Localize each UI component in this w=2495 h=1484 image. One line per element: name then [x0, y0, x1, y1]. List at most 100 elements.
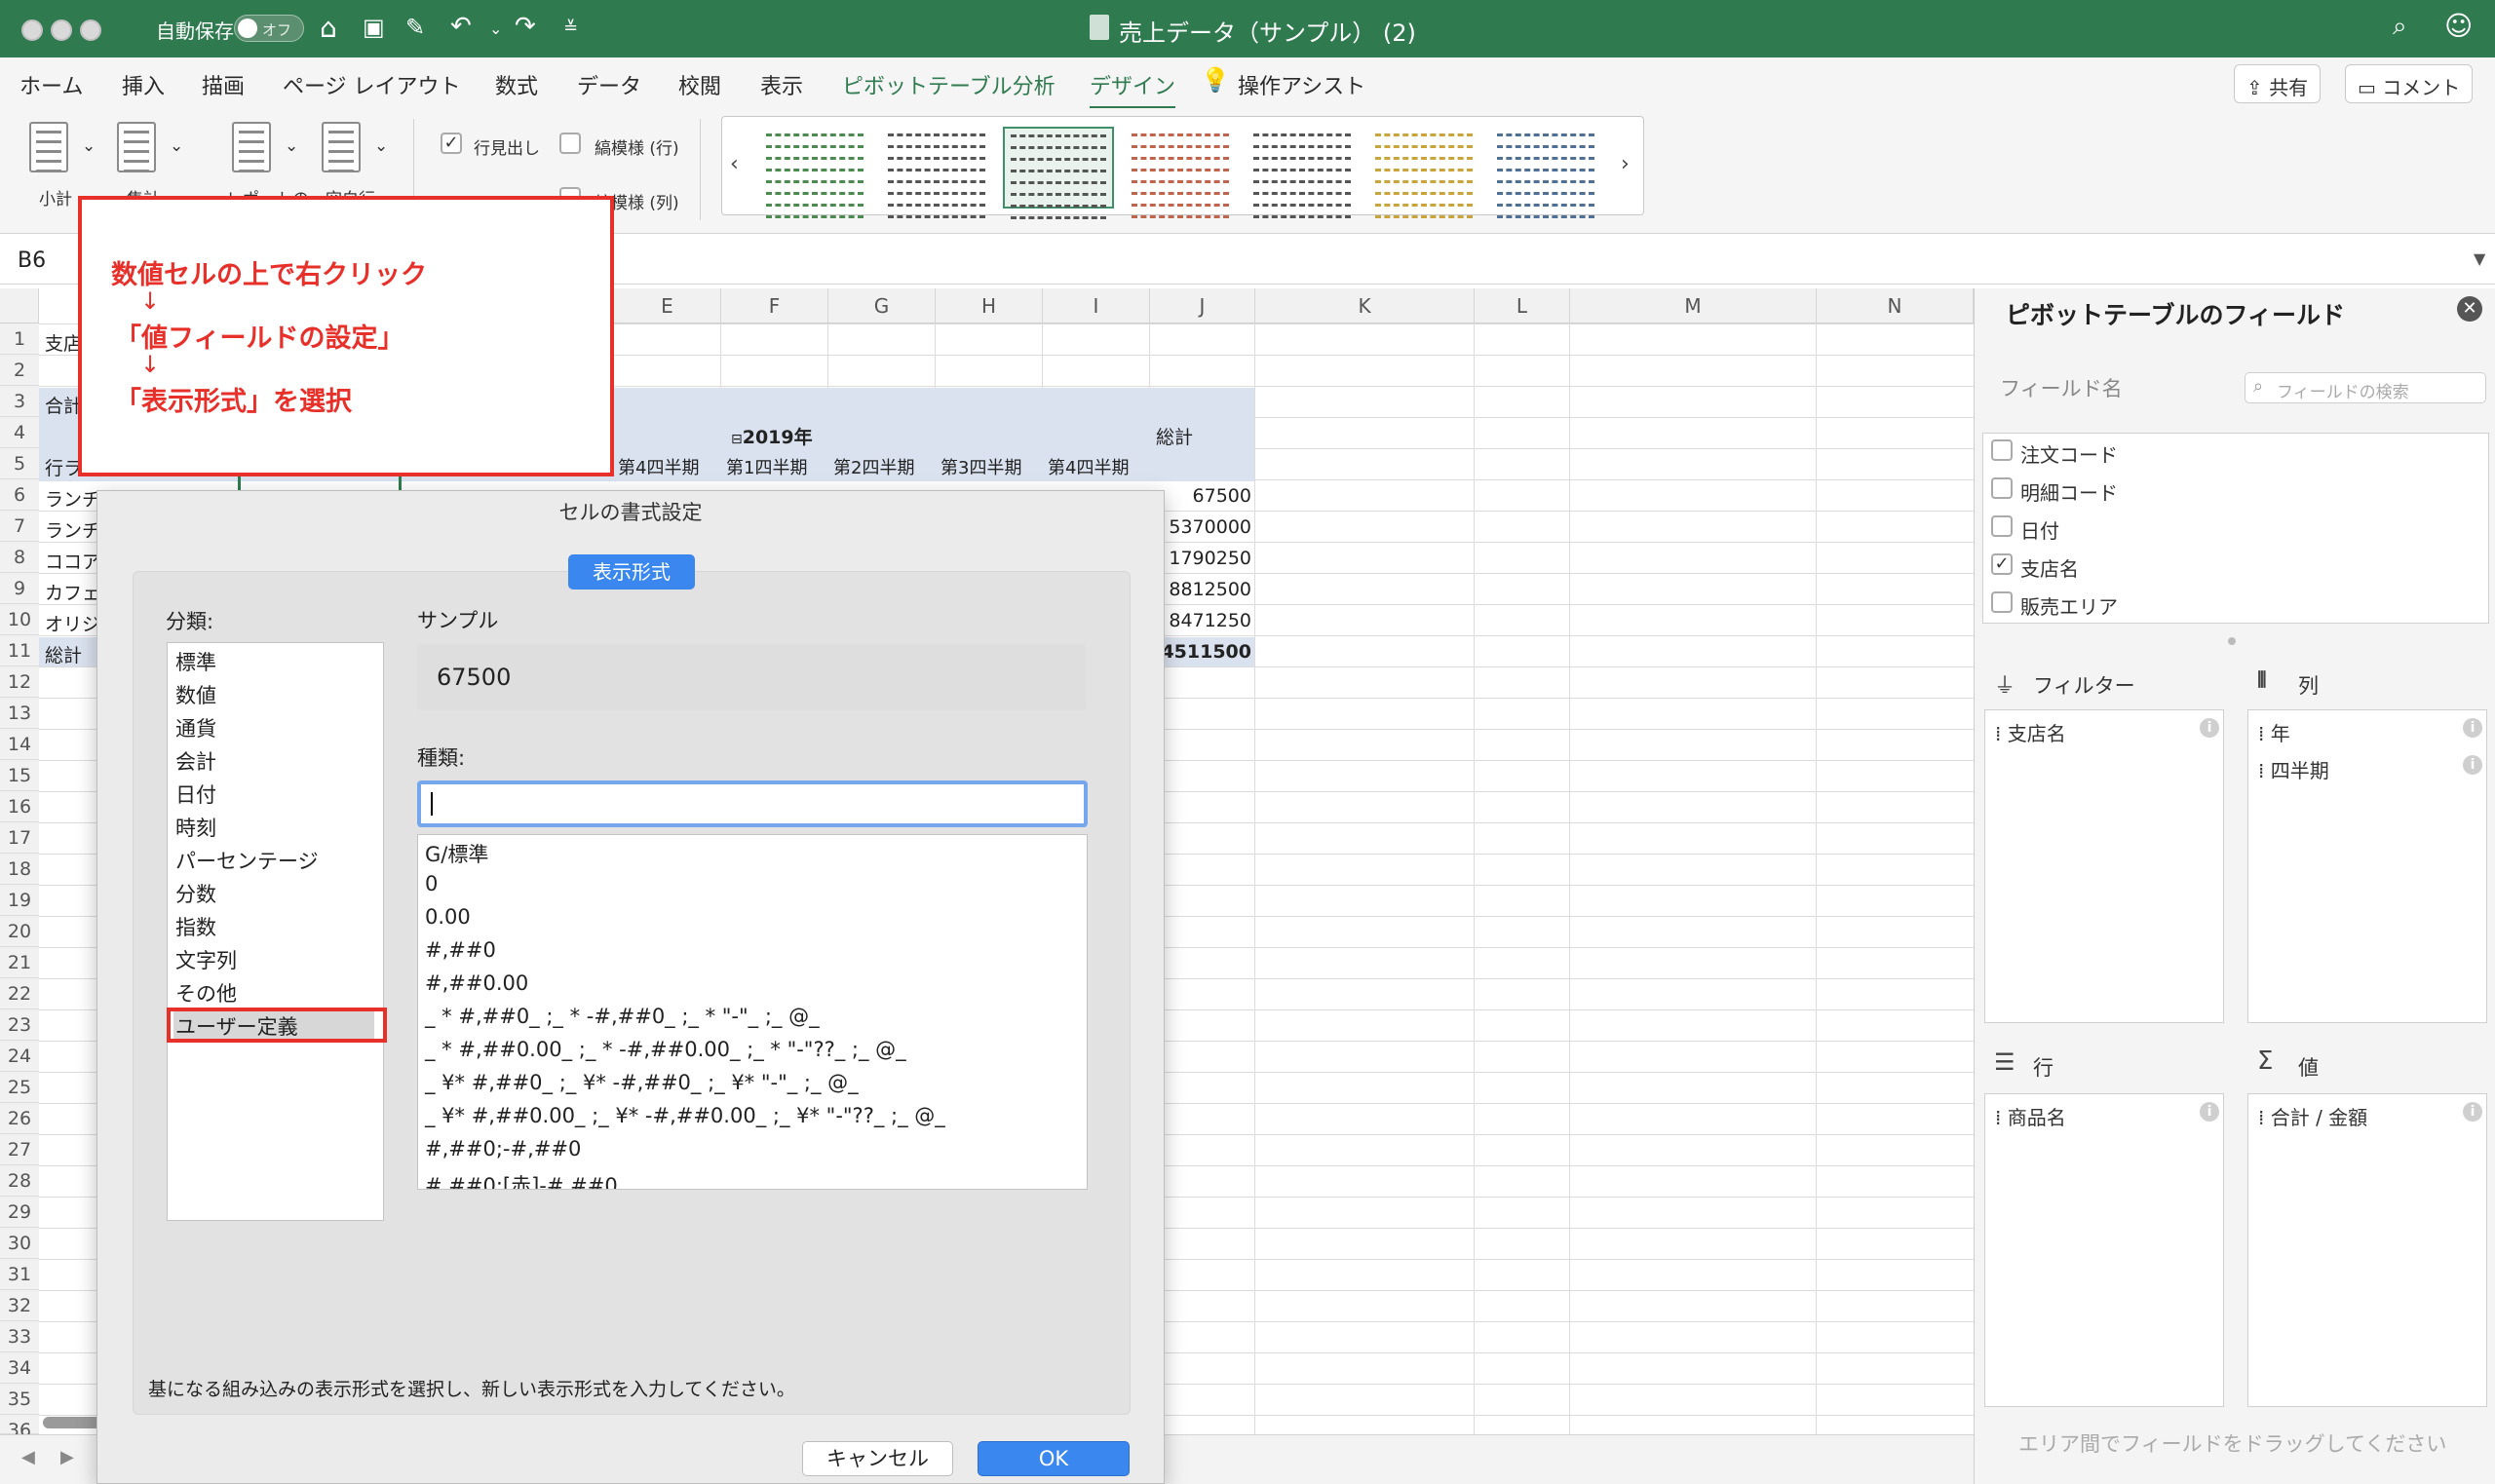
category-item[interactable]: 指数: [175, 912, 216, 941]
tab-number-format[interactable]: 表示形式: [568, 554, 695, 590]
column-header[interactable]: K: [1255, 288, 1475, 323]
quarter-header[interactable]: 第3四半期: [940, 454, 1021, 479]
undo-icon[interactable]: ↶: [450, 12, 472, 41]
row-header[interactable]: 35: [0, 1384, 39, 1415]
subtotals-icon[interactable]: [29, 122, 68, 172]
value-field-chip[interactable]: ⁞ 合計 / 金額: [2258, 1102, 2367, 1130]
undo-dropdown-icon[interactable]: ⌄: [489, 19, 502, 38]
field-checkbox[interactable]: [1991, 477, 2013, 499]
row-header[interactable]: 22: [0, 978, 39, 1009]
column-header[interactable]: G: [828, 288, 936, 323]
horizontal-scrollbar[interactable]: [43, 1417, 101, 1428]
cell-a7[interactable]: ランチ: [45, 516, 100, 543]
cell-a1[interactable]: 支店: [45, 329, 82, 356]
row-header[interactable]: 24: [0, 1041, 39, 1072]
row-header[interactable]: 1: [0, 323, 39, 355]
row-header[interactable]: 14: [0, 729, 39, 760]
field-label[interactable]: 販売エリア: [2020, 591, 2118, 620]
column-header[interactable]: E: [614, 288, 721, 323]
row-header[interactable]: 12: [0, 666, 39, 698]
pivot-style-orange[interactable]: [1125, 127, 1236, 218]
cell-a3[interactable]: 合計: [45, 392, 82, 418]
column-header[interactable]: H: [936, 288, 1043, 323]
row-header[interactable]: 30: [0, 1228, 39, 1259]
format-code-item[interactable]: 0: [425, 872, 438, 895]
row-header[interactable]: 6: [0, 479, 39, 511]
column-header[interactable]: I: [1043, 288, 1150, 323]
columns-drop-area[interactable]: ⁞ 年 i ⁞ 四半期 i: [2247, 709, 2487, 1023]
row-header[interactable]: 32: [0, 1290, 39, 1321]
pivot-style-gray[interactable]: [881, 127, 992, 218]
zoom-window-icon[interactable]: [80, 19, 101, 41]
format-code-item[interactable]: 0.00: [425, 905, 471, 929]
row-header[interactable]: 10: [0, 604, 39, 635]
category-item[interactable]: パーセンテージ: [175, 846, 319, 875]
field-search-input[interactable]: ⌕ フィールドの検索: [2245, 372, 2486, 403]
format-code-list[interactable]: G/標準 0 0.00 #,##0 #,##0.00 _ * #,##0_ ;_…: [417, 834, 1088, 1190]
row-header[interactable]: 36: [0, 1415, 39, 1441]
category-item[interactable]: 時刻: [175, 813, 216, 842]
row-header[interactable]: 27: [0, 1134, 39, 1165]
format-code-item[interactable]: #,##0: [425, 938, 496, 962]
row-header[interactable]: 25: [0, 1072, 39, 1103]
home-icon[interactable]: ⌂: [320, 12, 337, 44]
row-header[interactable]: 34: [0, 1352, 39, 1384]
format-code-item[interactable]: #,##0;-#,##0: [425, 1137, 581, 1161]
grand-total-header[interactable]: 総計: [1156, 423, 1193, 449]
customize-toolbar-icon[interactable]: ≚: [563, 18, 578, 38]
smiley-feedback-icon[interactable]: ☺: [2444, 10, 2473, 42]
column-header[interactable]: N: [1817, 288, 1974, 323]
row-header[interactable]: 20: [0, 916, 39, 947]
tab-data[interactable]: データ: [577, 69, 641, 100]
redo-icon[interactable]: ↷: [515, 12, 536, 41]
tab-home[interactable]: ホーム: [19, 69, 83, 100]
splitter-handle[interactable]: [2228, 637, 2236, 645]
quarter-header[interactable]: 第4四半期: [618, 454, 699, 479]
quarter-header[interactable]: 第4四半期: [1048, 454, 1129, 479]
category-list[interactable]: 標準 数値 通貨 会計 日付 時刻 パーセンテージ 分数 指数 文字列 その他 …: [167, 642, 384, 1221]
format-code-item[interactable]: _ * #,##0_ ;_ * -#,##0_ ;_ * "-"_ ;_ @_: [425, 1005, 820, 1028]
cell-a11[interactable]: 総計: [45, 641, 82, 667]
total-cell[interactable]: 8471250: [1169, 610, 1251, 631]
row-header[interactable]: 8: [0, 542, 39, 573]
chevron-down-icon[interactable]: ⌄: [82, 136, 96, 156]
column-header[interactable]: F: [721, 288, 828, 323]
row-header[interactable]: 21: [0, 947, 39, 978]
pivot-style-dark[interactable]: [1247, 127, 1358, 218]
category-item[interactable]: 標準: [175, 647, 216, 676]
total-cell[interactable]: 67500: [1193, 485, 1251, 507]
info-icon[interactable]: i: [2200, 718, 2219, 738]
format-code-item[interactable]: G/標準: [425, 839, 488, 868]
cancel-button[interactable]: キャンセル: [802, 1441, 953, 1476]
row-header[interactable]: 13: [0, 698, 39, 729]
quarter-header[interactable]: 第2四半期: [833, 454, 914, 479]
row-header[interactable]: 4: [0, 417, 39, 448]
cell-a9[interactable]: カフェ: [45, 579, 100, 605]
quarter-header[interactable]: 第1四半期: [726, 454, 807, 479]
row-header[interactable]: 18: [0, 854, 39, 885]
row-header[interactable]: 29: [0, 1197, 39, 1228]
banded-rows-checkbox[interactable]: [559, 133, 581, 154]
chevron-down-icon[interactable]: ⌄: [170, 136, 183, 156]
format-type-input[interactable]: [417, 780, 1088, 827]
close-window-icon[interactable]: [21, 19, 43, 41]
category-item[interactable]: 文字列: [175, 945, 237, 974]
column-field-chip[interactable]: ⁞ 年: [2258, 718, 2290, 746]
field-label[interactable]: 明細コード: [2020, 477, 2118, 506]
comment-button[interactable]: ▭ コメント: [2345, 64, 2474, 103]
field-checkbox-checked[interactable]: ✓: [1991, 553, 2013, 575]
category-item[interactable]: 会計: [175, 746, 216, 776]
formula-expand-icon[interactable]: ▼: [2474, 249, 2485, 268]
tab-page-layout[interactable]: ページ レイアウト: [283, 69, 461, 100]
tab-view[interactable]: 表示: [760, 69, 803, 100]
blank-rows-icon[interactable]: [322, 122, 361, 172]
row-header[interactable]: 31: [0, 1259, 39, 1290]
sheet-prev-icon[interactable]: ◀: [21, 1447, 35, 1467]
filters-drop-area[interactable]: ⁞ 支店名 i: [1984, 709, 2224, 1023]
gallery-prev-icon[interactable]: ‹: [730, 152, 739, 176]
select-all-corner[interactable]: [0, 288, 39, 323]
total-cell[interactable]: 5370000: [1169, 516, 1251, 538]
info-icon[interactable]: i: [2463, 1102, 2482, 1122]
row-headers-checkbox[interactable]: ✓: [441, 133, 462, 154]
category-item[interactable]: 分数: [175, 879, 216, 908]
